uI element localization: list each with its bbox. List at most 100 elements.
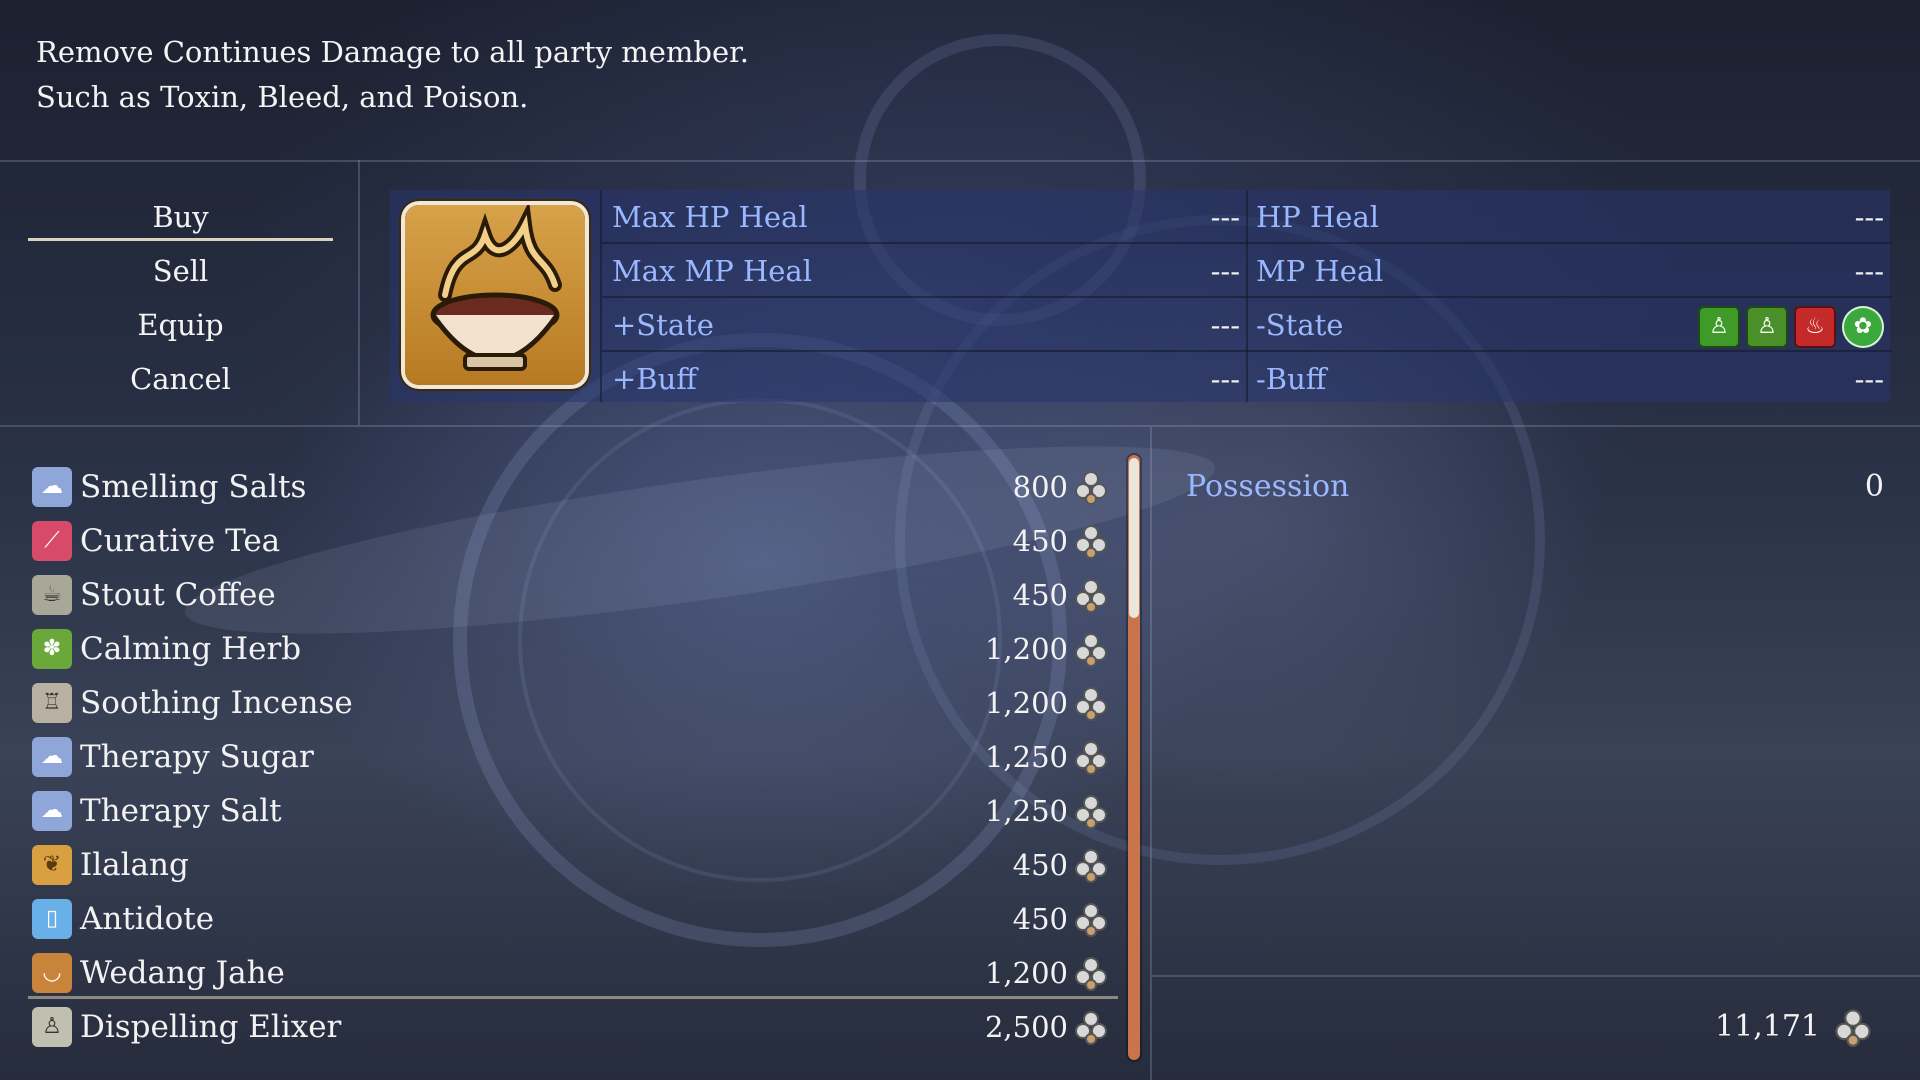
command-divider bbox=[358, 160, 360, 425]
stat-label: HP Heal bbox=[1256, 200, 1380, 234]
item-name: Stout Coffee bbox=[80, 577, 276, 613]
state-icon-group: ♙ ♙ ♨ ✿ bbox=[1692, 298, 1884, 352]
list-item[interactable]: ☁ Therapy Salt 1,250 bbox=[28, 784, 1118, 838]
item-name: Antidote bbox=[80, 901, 215, 937]
stat-mp-heal: MP Heal --- bbox=[1256, 244, 1884, 298]
help-window: Remove Continues Damage to all party mem… bbox=[36, 30, 749, 120]
item-name: Wedang Jahe bbox=[80, 955, 285, 991]
item-price: 1,200 bbox=[984, 956, 1068, 990]
coin-icon bbox=[1075, 741, 1107, 775]
possession-label: Possession bbox=[1186, 469, 1350, 504]
item-price: 450 bbox=[1012, 848, 1068, 882]
list-item[interactable]: ◡ Wedang Jahe 1,200 bbox=[28, 946, 1118, 1000]
bleed-icon: ♙ bbox=[1746, 306, 1788, 348]
stat-value: --- bbox=[1210, 200, 1240, 234]
list-item[interactable]: ♖ Soothing Incense 1,200 bbox=[28, 676, 1118, 730]
sell-command[interactable]: Sell bbox=[28, 244, 333, 298]
list-item[interactable]: ▯ Antidote 450 bbox=[28, 892, 1118, 946]
grass-icon: ❦ bbox=[32, 845, 72, 885]
cancel-command[interactable]: Cancel bbox=[28, 352, 333, 406]
buy-selection-cursor bbox=[28, 238, 333, 241]
list-item[interactable]: ☁ Therapy Sugar 1,250 bbox=[28, 730, 1118, 784]
salts-icon: ☁ bbox=[32, 467, 72, 507]
stat-label: -Buff bbox=[1256, 362, 1327, 396]
help-line-2: Such as Toxin, Bleed, and Poison. bbox=[36, 80, 529, 114]
list-item[interactable]: ❦ Ilalang 450 bbox=[28, 838, 1118, 892]
gold-coin-icon bbox=[1835, 1009, 1871, 1047]
item-name: Therapy Sugar bbox=[80, 739, 314, 775]
stat-column-divider bbox=[1246, 190, 1248, 402]
stat-plus-state: +State --- bbox=[612, 298, 1240, 352]
coin-icon bbox=[1075, 687, 1107, 721]
item-price: 1,200 bbox=[984, 686, 1068, 720]
elixir-icon: ♙ bbox=[32, 1007, 72, 1047]
incense-icon: ♖ bbox=[32, 683, 72, 723]
list-item[interactable]: ✽ Calming Herb 1,200 bbox=[28, 622, 1118, 676]
item-price: 1,250 bbox=[984, 794, 1068, 828]
stat-plus-buff: +Buff --- bbox=[612, 352, 1240, 406]
salt-icon: ☁ bbox=[32, 791, 72, 831]
item-price: 2,500 bbox=[984, 1010, 1068, 1044]
stat-max-hp-heal: Max HP Heal --- bbox=[612, 190, 1240, 244]
list-item[interactable]: ☁ Smelling Salts 800 bbox=[28, 460, 1118, 514]
stat-label: +Buff bbox=[612, 362, 697, 396]
stat-value: --- bbox=[1854, 362, 1884, 396]
stat-max-mp-heal: Max MP Heal --- bbox=[612, 244, 1240, 298]
coin-icon bbox=[1075, 849, 1107, 883]
item-price: 800 bbox=[1012, 470, 1068, 504]
bowl-icon: ◡ bbox=[32, 953, 72, 993]
stat-label: +State bbox=[612, 308, 714, 342]
virus-icon: ✿ bbox=[1842, 306, 1884, 348]
item-price: 1,200 bbox=[984, 632, 1068, 666]
item-price: 450 bbox=[1012, 524, 1068, 558]
item-name: Smelling Salts bbox=[80, 469, 307, 505]
coin-icon bbox=[1075, 957, 1107, 991]
item-name: Therapy Salt bbox=[80, 793, 282, 829]
bowl-portrait-icon bbox=[430, 201, 562, 371]
stat-minus-state: -State ♙ ♙ ♨ ✿ bbox=[1256, 298, 1884, 352]
item-portrait bbox=[405, 201, 585, 385]
stat-label: MP Heal bbox=[1256, 254, 1384, 288]
antidote-icon: ▯ bbox=[32, 899, 72, 939]
possession-value: 0 bbox=[1864, 469, 1884, 504]
item-price: 1,250 bbox=[984, 740, 1068, 774]
buy-command[interactable]: Buy bbox=[28, 190, 333, 244]
help-divider bbox=[0, 160, 1920, 162]
item-price: 450 bbox=[1012, 902, 1068, 936]
coin-icon bbox=[1075, 795, 1107, 829]
shop-item-list: ☁ Smelling Salts 800 ⟋ Curative Tea 450 … bbox=[28, 460, 1118, 1054]
item-name: Calming Herb bbox=[80, 631, 302, 667]
coin-icon bbox=[1075, 903, 1107, 937]
stat-label: -State bbox=[1256, 308, 1344, 342]
list-item[interactable]: ☕ Stout Coffee 450 bbox=[28, 568, 1118, 622]
coin-icon bbox=[1075, 471, 1107, 505]
stat-label: Max HP Heal bbox=[612, 200, 808, 234]
poison-icon: ♨ bbox=[1794, 306, 1836, 348]
list-item-selected[interactable]: ♙ Dispelling Elixer 2,500 bbox=[28, 1000, 1118, 1054]
stat-column-divider bbox=[600, 190, 602, 402]
equip-command[interactable]: Equip bbox=[28, 298, 333, 352]
coin-icon bbox=[1075, 525, 1107, 559]
item-name: Dispelling Elixer bbox=[80, 1009, 342, 1045]
item-price: 450 bbox=[1012, 578, 1068, 612]
top-panel-divider bbox=[0, 425, 1920, 427]
list-item[interactable]: ⟋ Curative Tea 450 bbox=[28, 514, 1118, 568]
coin-icon bbox=[1075, 1011, 1107, 1045]
tea-icon: ⟋ bbox=[32, 521, 72, 561]
shop-command-menu: Buy Sell Equip Cancel bbox=[28, 190, 333, 406]
gold-divider bbox=[1152, 975, 1920, 977]
stat-value: --- bbox=[1210, 362, 1240, 396]
herb-icon: ✽ bbox=[32, 629, 72, 669]
stat-value: --- bbox=[1210, 308, 1240, 342]
toxin-icon: ♙ bbox=[1698, 306, 1740, 348]
item-name: Soothing Incense bbox=[80, 685, 353, 721]
coin-icon bbox=[1075, 579, 1107, 613]
scrollbar-thumb[interactable] bbox=[1129, 458, 1139, 618]
coin-icon bbox=[1075, 633, 1107, 667]
stat-value: --- bbox=[1210, 254, 1240, 288]
list-divider bbox=[1150, 427, 1152, 1080]
stat-value: --- bbox=[1854, 200, 1884, 234]
stat-value: --- bbox=[1854, 254, 1884, 288]
help-line-1: Remove Continues Damage to all party mem… bbox=[36, 35, 750, 69]
sugar-icon: ☁ bbox=[32, 737, 72, 777]
